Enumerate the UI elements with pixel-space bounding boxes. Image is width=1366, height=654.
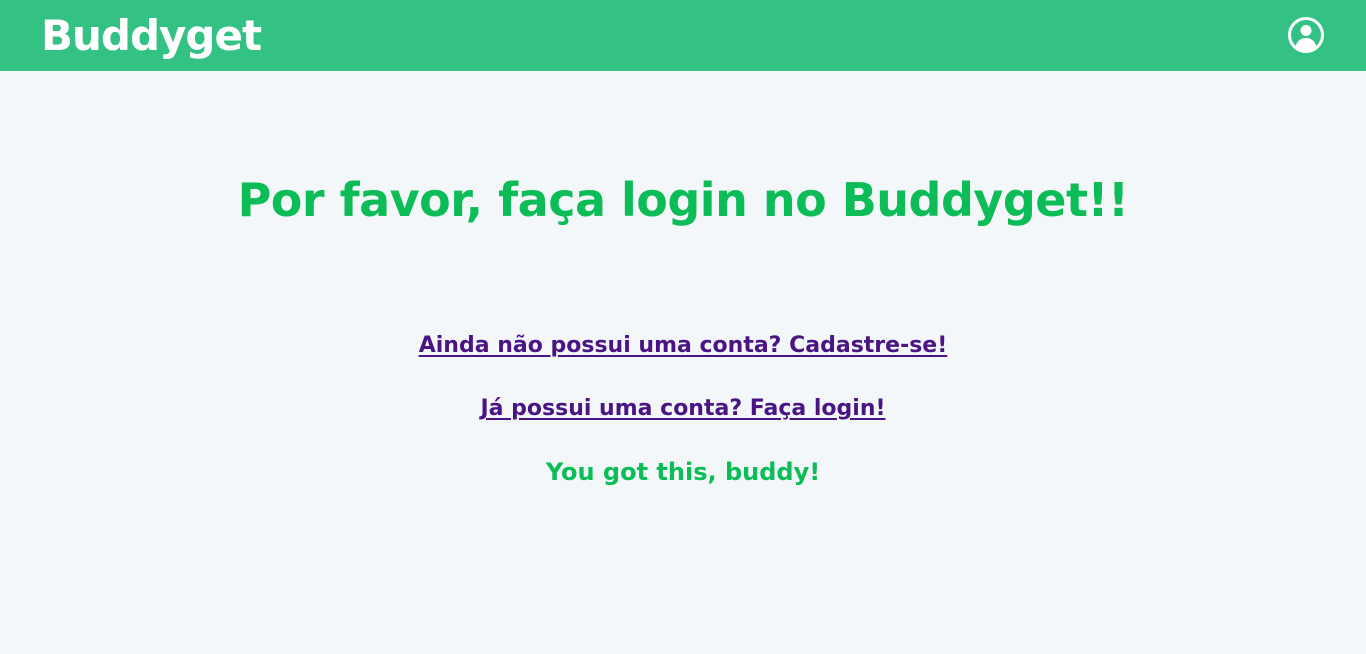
user-circle-icon [1287,16,1325,54]
page-heading: Por favor, faça login no Buddyget!! [237,173,1129,227]
register-link[interactable]: Ainda não possui uma conta? Cadastre-se! [419,333,948,358]
main-content: Por favor, faça login no Buddyget!! Aind… [0,71,1366,654]
user-account-button[interactable] [1287,16,1325,54]
login-link[interactable]: Já possui uma conta? Faça login! [480,396,885,421]
register-link-container: Ainda não possui uma conta? Cadastre-se! [0,331,1366,361]
tagline: You got this, buddy! [545,458,821,486]
brand-logo[interactable]: Buddyget [41,10,262,62]
navbar: Buddyget [0,0,1366,71]
login-link-container: Já possui uma conta? Faça login! [0,394,1366,424]
